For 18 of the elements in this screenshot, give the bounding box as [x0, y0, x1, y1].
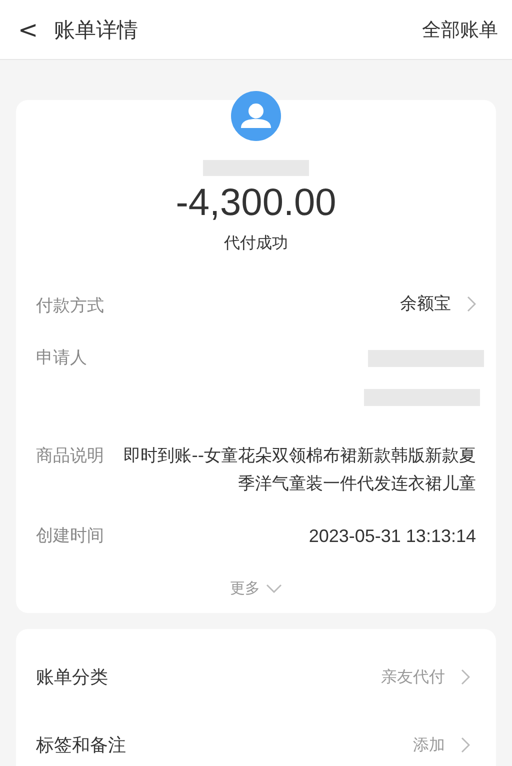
detail-label: 申请人 — [36, 347, 87, 370]
detail-value: 2023-05-31 13:13:14 — [308, 525, 476, 548]
chevron-right-icon — [461, 737, 470, 753]
detail-label: 付款方式 — [36, 295, 104, 318]
amount-text: -4,300.00 — [176, 182, 336, 225]
chevron-right-icon — [467, 296, 476, 312]
detail-label: 商品说明 — [36, 445, 104, 468]
chevron-down-icon — [266, 584, 282, 593]
page-title: 账单详情 — [54, 16, 139, 44]
all-bills-link[interactable]: 全部账单 — [422, 16, 498, 42]
status-text: 代付成功 — [224, 233, 288, 254]
setting-label: 标签和备注 — [36, 734, 126, 757]
detail-value: 即时到账--女童花朵双领棉布裙新款韩版新款夏季洋气童装一件代发连衣裙儿童 — [122, 445, 476, 496]
payment-method-link[interactable]: 余额宝 — [122, 292, 476, 315]
back-button[interactable]: < — [18, 16, 54, 44]
chevron-right-icon — [461, 669, 470, 685]
detail-label: 创建时间 — [36, 525, 104, 548]
setting-label: 账单分类 — [36, 666, 108, 689]
